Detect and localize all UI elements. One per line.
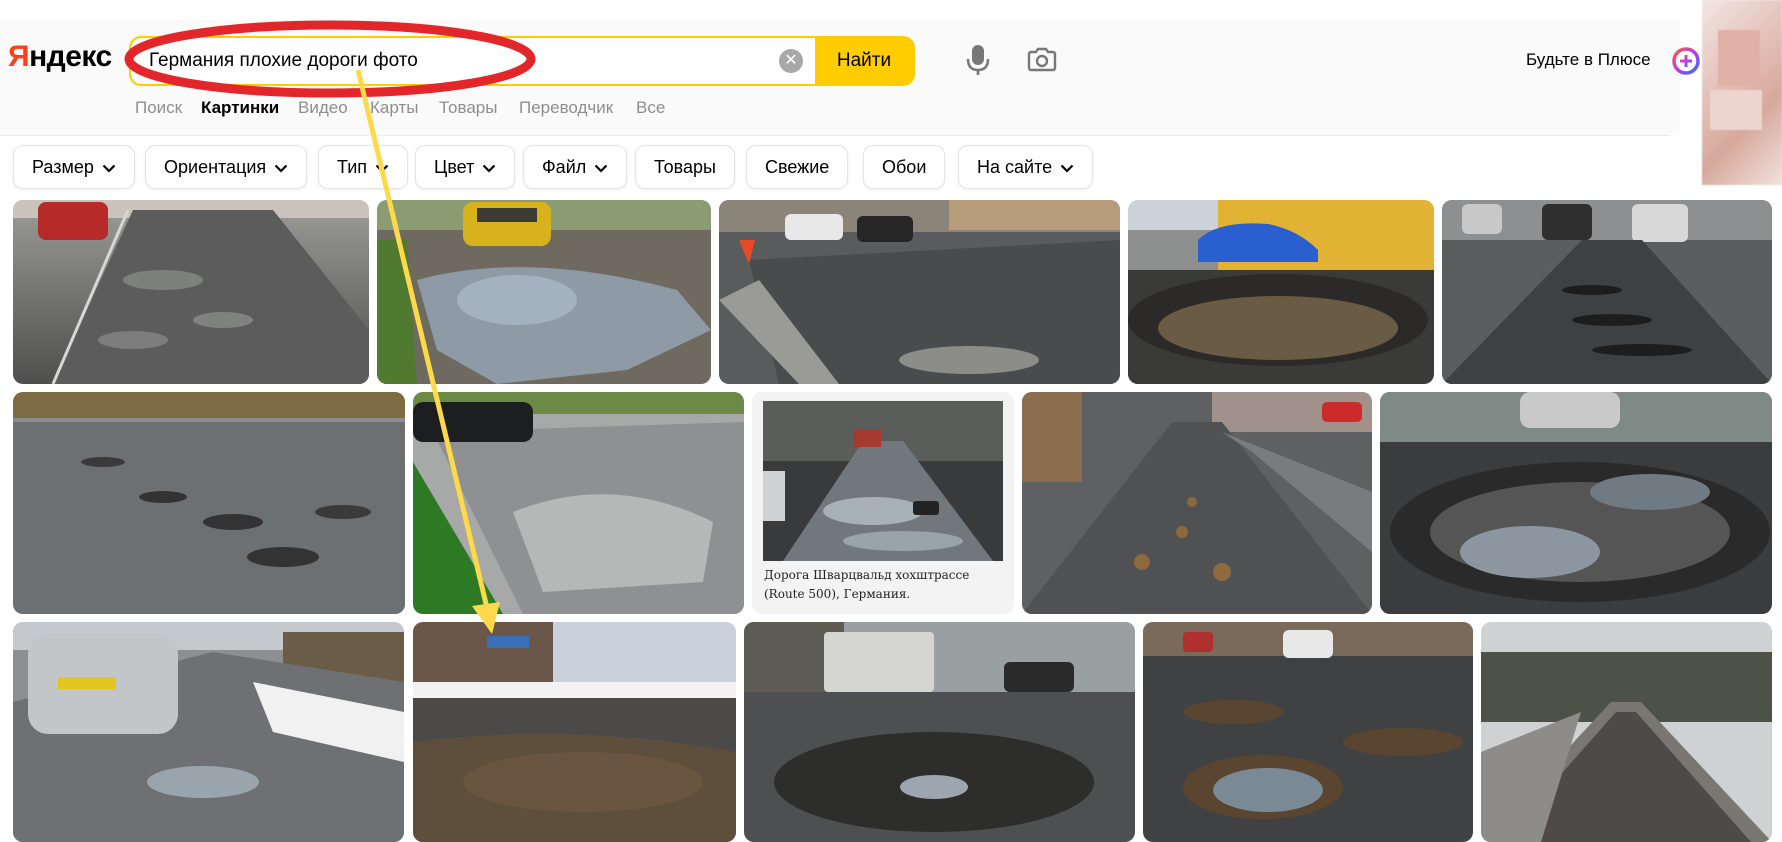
image-result-with-caption[interactable]: Дорога Шварцвальд хохштрассе (Route 500)… xyxy=(752,392,1014,614)
filter-label: Тип xyxy=(337,157,368,177)
filter-label: На сайте xyxy=(977,157,1053,177)
nav-item-maps[interactable]: Карты xyxy=(370,98,418,118)
logo-text: ндекс xyxy=(29,40,112,73)
filter-label: Цвет xyxy=(434,157,475,177)
chevron-down-icon xyxy=(102,164,116,173)
filter-orientation[interactable]: Ориентация xyxy=(145,145,308,189)
filter-file[interactable]: Файл xyxy=(523,145,628,189)
nav-item-all[interactable]: Все xyxy=(636,98,665,118)
nav-item-translator[interactable]: Переводчик xyxy=(519,98,613,118)
filter-label: Обои xyxy=(882,157,927,177)
microphone-icon[interactable] xyxy=(965,44,991,76)
filter-products[interactable]: Товары xyxy=(635,145,735,189)
camera-search-icon[interactable] xyxy=(1027,45,1057,73)
clear-icon[interactable]: ✕ xyxy=(779,49,803,73)
image-result[interactable] xyxy=(1128,200,1434,384)
logo-letter: Я xyxy=(8,40,30,73)
nav-item-video[interactable]: Видео xyxy=(298,98,348,118)
filter-type[interactable]: Тип xyxy=(318,145,409,189)
image-result[interactable] xyxy=(413,392,744,614)
search-button[interactable]: Найти xyxy=(815,38,913,84)
filter-label: Товары xyxy=(654,157,716,177)
image-result[interactable] xyxy=(1442,200,1772,384)
nav-item-images[interactable]: Картинки xyxy=(201,98,279,118)
image-result[interactable] xyxy=(13,622,404,842)
filter-on-site[interactable]: На сайте xyxy=(958,145,1094,189)
chevron-down-icon xyxy=(375,164,389,173)
image-result[interactable] xyxy=(13,200,369,384)
filter-wallpapers[interactable]: Обои xyxy=(863,145,946,189)
image-result[interactable] xyxy=(1481,622,1772,842)
nav-item-search[interactable]: Поиск xyxy=(135,98,182,118)
image-result[interactable] xyxy=(1022,392,1372,614)
chevron-down-icon xyxy=(483,164,496,173)
nav-item-products[interactable]: Товары xyxy=(439,98,497,118)
filter-label: Файл xyxy=(542,157,587,177)
result-photo xyxy=(763,401,1003,561)
chevron-down-icon xyxy=(594,164,608,173)
search-input[interactable] xyxy=(131,38,815,84)
filter-label: Размер xyxy=(32,157,94,177)
image-result[interactable] xyxy=(744,622,1135,842)
chevron-down-icon xyxy=(1060,164,1074,173)
user-avatar[interactable] xyxy=(1702,0,1782,185)
header-divider xyxy=(0,135,1670,136)
image-result[interactable] xyxy=(1143,622,1473,842)
yandex-logo[interactable]: Яндекс xyxy=(8,40,112,74)
image-result[interactable] xyxy=(1380,392,1772,614)
filter-label: Свежие xyxy=(765,157,830,177)
plus-promo-link[interactable]: Будьте в Плюсе xyxy=(1526,50,1651,70)
image-result[interactable] xyxy=(377,200,711,384)
image-result[interactable] xyxy=(413,622,736,842)
filter-label: Ориентация xyxy=(164,157,267,177)
search-box: ✕ Найти xyxy=(129,36,915,86)
image-result[interactable] xyxy=(719,200,1120,384)
filter-size[interactable]: Размер xyxy=(13,145,135,189)
filter-color[interactable]: Цвет xyxy=(415,145,516,189)
filter-fresh[interactable]: Свежие xyxy=(746,145,849,189)
chevron-down-icon xyxy=(274,164,288,173)
plus-logo-icon[interactable] xyxy=(1672,47,1700,75)
image-result[interactable] xyxy=(13,392,405,614)
result-caption: Дорога Шварцвальд хохштрассе (Route 500)… xyxy=(764,568,970,601)
